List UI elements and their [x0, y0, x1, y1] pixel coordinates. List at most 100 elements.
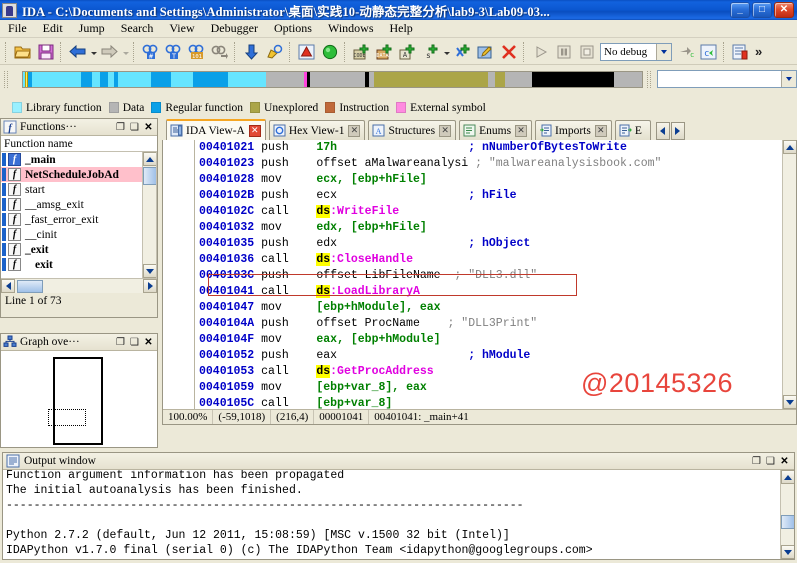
menu-item-edit[interactable]: Edit	[35, 20, 71, 37]
tab-imports[interactable]: Imports ✕	[535, 120, 612, 140]
code-line[interactable]: 0040102C call ds:WriteFile	[163, 204, 782, 220]
menu-item-windows[interactable]: Windows	[320, 20, 382, 37]
code-line[interactable]: 00401021 push 17h ; nNumberOfBytesToWrit…	[163, 140, 782, 156]
tab-hex-view-1[interactable]: Hex View-1 ✕	[269, 120, 366, 140]
list-item[interactable]: f __cinit	[1, 227, 156, 242]
scroll-thumb[interactable]	[143, 167, 157, 185]
back-arrow-icon[interactable]	[67, 41, 88, 62]
graph-overview-canvas[interactable]	[1, 351, 157, 447]
code-line[interactable]: 00401059 mov [ebp+var_8], eax	[163, 380, 782, 396]
output-log-text[interactable]: Function argument information has been p…	[3, 470, 780, 559]
scroll-left-button[interactable]	[1, 279, 15, 293]
code-line[interactable]: 00401028 mov ecx, [ebp+hFile]	[163, 172, 782, 188]
scroll-up-button[interactable]	[143, 152, 157, 166]
code-line[interactable]: 00401053 call ds:GetProcAddress	[163, 364, 782, 380]
list-item[interactable]: f start	[1, 182, 156, 197]
step-into-icon[interactable]: c	[675, 41, 696, 62]
minimize-button[interactable]: _	[730, 2, 750, 18]
output-close-icon[interactable]: ✕	[778, 455, 791, 468]
jump-icon[interactable]	[209, 41, 230, 62]
menu-item-view[interactable]: View	[161, 20, 202, 37]
code-line[interactable]: 0040103C push offset LibFileName ; "DLL3…	[163, 268, 782, 284]
functions-close-icon[interactable]: ✕	[142, 121, 155, 134]
close-icon[interactable]: ✕	[595, 125, 607, 137]
warning-icon[interactable]	[296, 41, 317, 62]
output-window-body[interactable]: Function argument information has been p…	[3, 470, 794, 559]
disassembly-vertical-scrollbar[interactable]	[782, 140, 796, 409]
menu-item-file[interactable]: File	[0, 20, 35, 37]
jump-to-address-input[interactable]	[657, 70, 797, 88]
green-circle-icon[interactable]	[319, 41, 340, 62]
menu-item-options[interactable]: Options	[266, 20, 320, 37]
code-line[interactable]: 00401023 push offset aMalwareanalysi ; "…	[163, 156, 782, 172]
tab-scroll-left-button[interactable]	[656, 122, 670, 140]
search-text-icon[interactable]: T	[163, 41, 184, 62]
list-item[interactable]: f _fast_error_exit	[1, 212, 156, 227]
chevron-down-icon[interactable]	[781, 71, 796, 87]
back-dropdown-icon[interactable]	[89, 41, 98, 62]
make-code-icon[interactable]: CODE	[351, 41, 372, 62]
menu-item-search[interactable]: Search	[113, 20, 162, 37]
edit-function-icon[interactable]	[475, 41, 496, 62]
struct-dropdown-icon[interactable]	[442, 41, 451, 62]
navigation-band[interactable]	[22, 71, 643, 88]
scroll-up-button[interactable]	[783, 140, 797, 154]
make-array-icon[interactable]: A	[397, 41, 418, 62]
output-vertical-scrollbar[interactable]	[780, 470, 794, 559]
output-minimize-button[interactable]: ❐	[750, 455, 763, 468]
maximize-button[interactable]: □	[752, 2, 772, 18]
functions-restore-button[interactable]: ❏	[128, 121, 141, 134]
list-item[interactable]: f _main	[1, 152, 156, 167]
list-item[interactable]: f _exit	[1, 242, 156, 257]
menu-item-help[interactable]: Help	[381, 20, 420, 37]
disassembly-text-area[interactable]: 00401021 push 17h ; nNumberOfBytesToWrit…	[163, 140, 782, 424]
list-item[interactable]: f exit	[1, 257, 156, 272]
toolbar-overflow-button[interactable]: »	[752, 44, 765, 59]
save-icon[interactable]	[35, 41, 56, 62]
code-line[interactable]: 0040102B push ecx ; hFile	[163, 188, 782, 204]
scroll-right-button[interactable]	[143, 279, 157, 293]
open-file-icon[interactable]	[12, 41, 33, 62]
tab-structures[interactable]: A Structures ✕	[368, 120, 456, 140]
highlight-icon[interactable]	[264, 41, 285, 62]
down-arrow-icon[interactable]	[241, 41, 262, 62]
forward-arrow-icon[interactable]	[99, 41, 120, 62]
graph-viewport-rect[interactable]	[48, 409, 86, 426]
search-binary-icon[interactable]: 101	[186, 41, 207, 62]
step-over-icon[interactable]: c	[698, 41, 719, 62]
scroll-down-button[interactable]	[143, 264, 157, 278]
tab-ida-view-a[interactable]: IDA View-A ✕	[166, 119, 266, 140]
functions-column-header[interactable]: Function name	[1, 136, 157, 152]
list-icon[interactable]	[730, 41, 751, 62]
chevron-down-icon[interactable]	[656, 44, 671, 60]
make-data-icon[interactable]: DATA	[374, 41, 395, 62]
close-icon[interactable]: ✕	[515, 125, 527, 137]
code-line[interactable]: 0040104A push offset ProcName ; "DLL3Pri…	[163, 316, 782, 332]
graph-minimize-button[interactable]: ❐	[114, 336, 127, 349]
code-line-highlighted[interactable]: 00401041 call ds:LoadLibraryA	[163, 284, 782, 300]
tab-scroll-right-button[interactable]	[671, 122, 685, 140]
search-hash-icon[interactable]: #	[140, 41, 161, 62]
close-icon[interactable]: ✕	[439, 125, 451, 137]
code-line[interactable]: 00401032 mov edx, [ebp+hFile]	[163, 220, 782, 236]
menu-item-jump[interactable]: Jump	[71, 20, 113, 37]
debugger-select[interactable]: No debug	[600, 43, 672, 61]
make-struct-icon[interactable]: s	[420, 41, 441, 62]
menu-item-debugger[interactable]: Debugger	[203, 20, 266, 37]
disassembly-view[interactable]: 00401021 push 17h ; nNumberOfBytesToWrit…	[162, 140, 797, 425]
make-function-icon[interactable]	[452, 41, 473, 62]
tab-exports[interactable]: E	[615, 120, 651, 140]
code-line[interactable]: 00401035 push edx ; hObject	[163, 236, 782, 252]
graph-close-icon[interactable]: ✕	[142, 336, 155, 349]
close-icon[interactable]: ✕	[348, 125, 360, 137]
functions-minimize-button[interactable]: ❐	[114, 121, 127, 134]
functions-horizontal-scrollbar[interactable]	[1, 278, 157, 293]
tab-enums[interactable]: Enums ✕	[459, 120, 532, 140]
graph-restore-button[interactable]: ❏	[128, 336, 141, 349]
code-line[interactable]: 00401036 call ds:CloseHandle	[163, 252, 782, 268]
functions-vertical-scrollbar[interactable]	[142, 152, 156, 278]
close-button[interactable]: ✕	[774, 2, 794, 18]
scroll-thumb[interactable]	[17, 280, 43, 293]
scroll-down-button[interactable]	[781, 545, 794, 559]
code-line[interactable]: 00401047 mov [ebp+hModule], eax	[163, 300, 782, 316]
